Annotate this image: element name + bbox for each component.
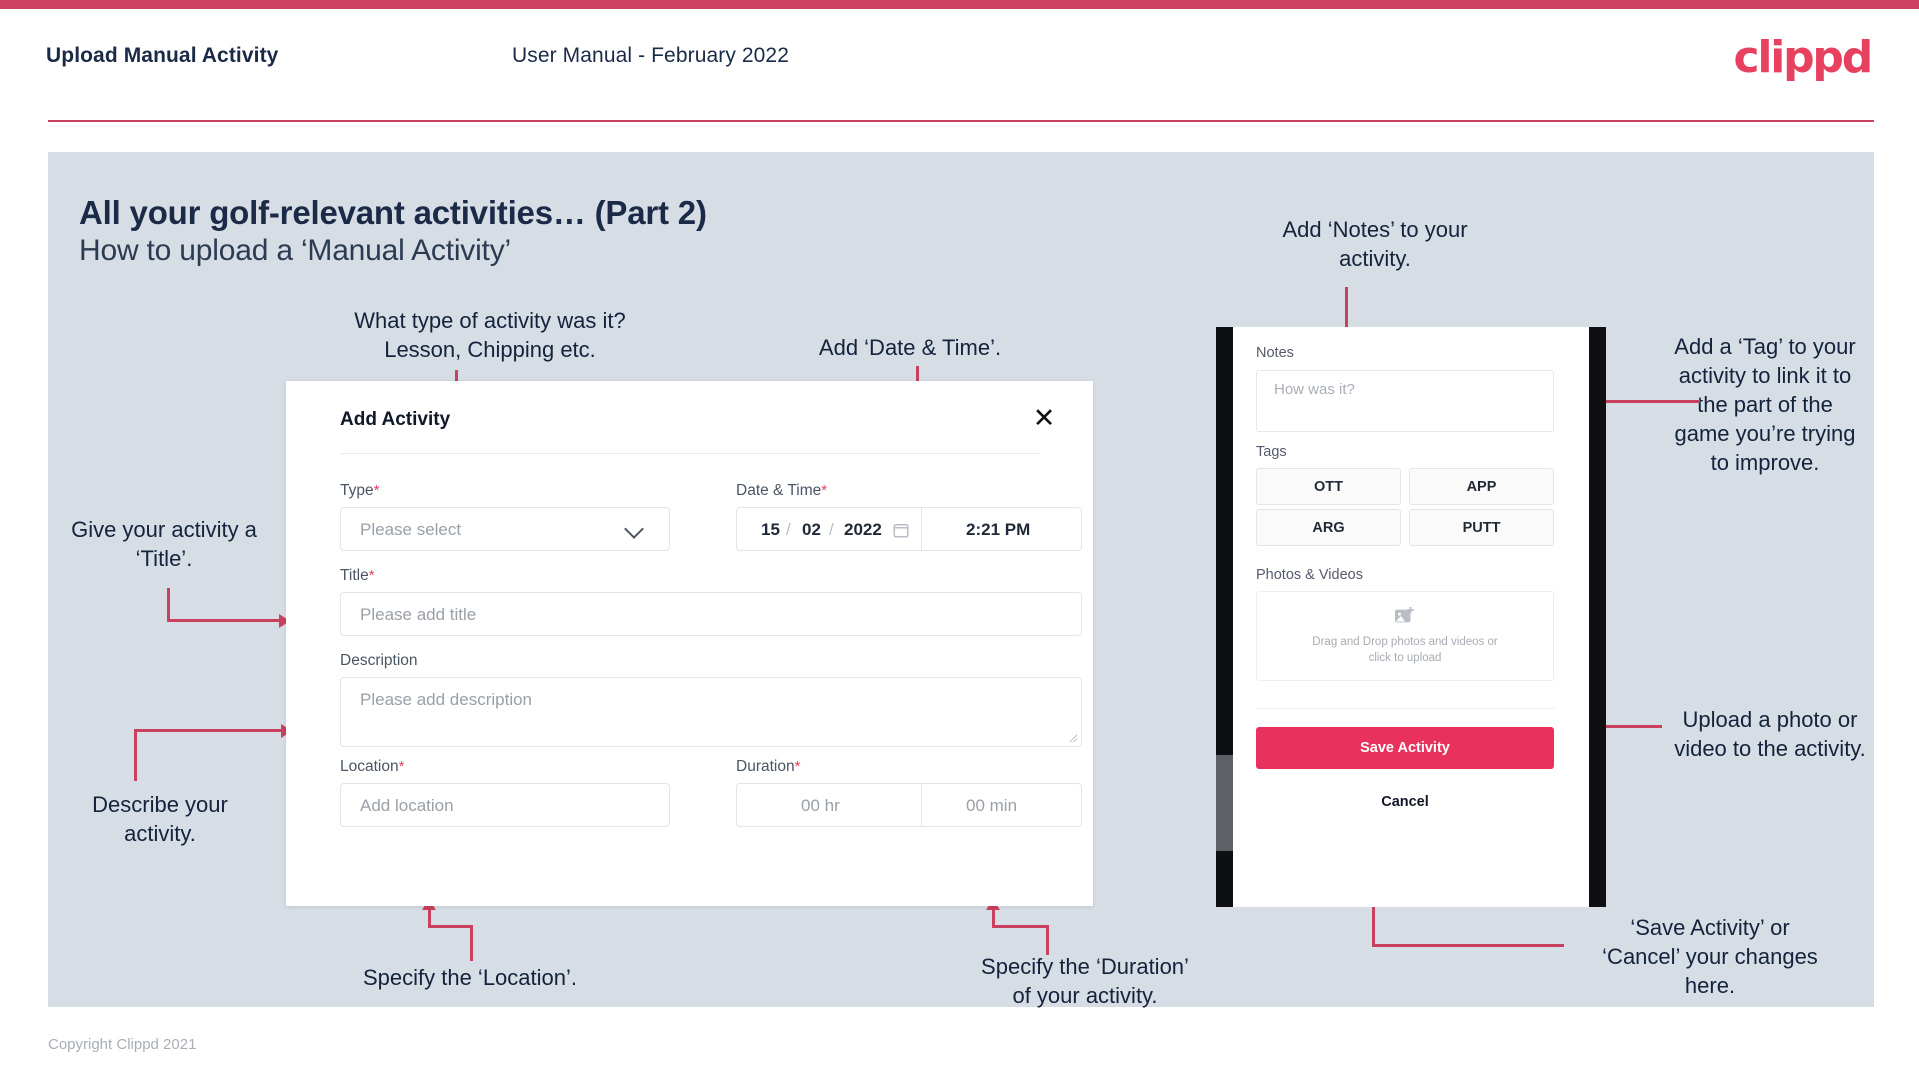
close-icon[interactable]: ✕ (1027, 401, 1061, 435)
datetime-label: Date & Time* (736, 482, 828, 499)
phone-screen: Notes How was it? Tags OTT APP ARG PUTT … (1233, 327, 1589, 907)
cancel-button[interactable]: Cancel (1256, 782, 1554, 822)
arrow-sc-h (1372, 944, 1564, 947)
save-activity-button[interactable]: Save Activity (1256, 727, 1554, 769)
date-sep2: / (829, 520, 834, 539)
arrow-loc-v2 (470, 925, 473, 961)
arrow-title-v (167, 588, 170, 622)
description-placeholder: Please add description (360, 690, 533, 709)
annotation-location: Specify the ‘Location’. (362, 965, 578, 990)
phone-side-button (1216, 755, 1233, 851)
clippd-logo: clippd (1733, 32, 1873, 83)
required-marker: * (368, 567, 375, 584)
annotation-upload: Upload a photo or video to the activity. (1674, 707, 1866, 761)
slide-title-primary: All your golf-relevant activities… (Part… (79, 194, 707, 231)
type-select[interactable]: Please select (340, 507, 670, 551)
manual-subtitle: User Manual - February 2022 (512, 44, 789, 67)
tags-label: Tags (1256, 444, 1287, 460)
required-marker: * (794, 758, 801, 775)
arrow-title-h (167, 619, 282, 622)
type-placeholder: Please select (360, 520, 462, 539)
title-label: Title* (340, 567, 375, 584)
date-year: 2022 (844, 520, 882, 539)
add-activity-dialog: Add Activity ✕ Type* Please select Date … (286, 381, 1093, 906)
duration-hours-placeholder: 00 hr (801, 796, 840, 815)
slide-page: Upload Manual Activity User Manual - Feb… (0, 0, 1919, 1079)
annotation-datetime: Add ‘Date & Time’. (818, 335, 1002, 360)
duration-minutes-input[interactable]: 00 min (922, 783, 1082, 827)
required-marker: * (373, 482, 380, 499)
annotation-save-cancel: ‘Save Activity’ or ‘Cancel’ your changes… (1602, 915, 1818, 998)
description-textarea[interactable]: Please add description (340, 677, 1082, 747)
location-label: Location* (340, 758, 405, 775)
date-month: 02 (802, 520, 821, 539)
arrow-dur-v2 (1046, 925, 1049, 955)
time-value: 2:21 PM (966, 520, 1031, 539)
date-sep1: / (786, 520, 791, 539)
tag-app[interactable]: APP (1409, 468, 1554, 505)
copyright-text: Copyright Clippd 2021 (48, 1036, 197, 1053)
image-add-icon (1395, 606, 1414, 623)
annotation-title: Give your activity a ‘Title’. (71, 517, 257, 571)
required-marker: * (398, 758, 405, 775)
arrow-dur-h (992, 925, 1049, 928)
duration-label: Duration* (736, 758, 801, 775)
photos-videos-label: Photos & Videos (1256, 567, 1363, 583)
location-input[interactable]: Add location (340, 783, 670, 827)
time-input[interactable]: 2:21 PM (922, 507, 1082, 551)
arrow-desc-v (134, 729, 137, 781)
arrow-dur-v1 (992, 909, 995, 926)
arrow-desc-h (134, 729, 284, 732)
upload-instruction-line1: Drag and Drop photos and videos or (1312, 636, 1498, 648)
header-divider (48, 120, 1874, 122)
arrow-loc-h (428, 925, 473, 928)
arrow-loc-v1 (428, 909, 431, 926)
chevron-down-icon (624, 519, 644, 539)
duration-hours-input[interactable]: 00 hr (736, 783, 922, 827)
date-day: 15 (761, 520, 780, 539)
dialog-divider (340, 453, 1040, 454)
phone-divider (1256, 708, 1554, 709)
location-placeholder: Add location (360, 796, 454, 815)
page-title: Upload Manual Activity (46, 44, 279, 67)
notes-placeholder: How was it? (1274, 381, 1355, 398)
tag-putt[interactable]: PUTT (1409, 509, 1554, 546)
tag-ott[interactable]: OTT (1256, 468, 1401, 505)
slide-title-secondary: How to upload a ‘Manual Activity’ (79, 234, 511, 267)
upload-instruction-line2: click to upload (1368, 652, 1442, 664)
description-label: Description (340, 652, 418, 669)
annotation-notes: Add ‘Notes’ to your activity. (1282, 217, 1468, 271)
calendar-icon[interactable] (892, 521, 910, 539)
upload-dropzone[interactable]: Drag and Drop photos and videos or click… (1256, 591, 1554, 681)
notes-textarea[interactable]: How was it? (1256, 370, 1554, 432)
annotation-duration: Specify the ‘Duration’ of your activity. (981, 954, 1189, 1008)
top-accent-bar (0, 0, 1919, 9)
required-marker: * (821, 482, 828, 499)
resize-handle-icon[interactable] (1067, 732, 1078, 743)
notes-label: Notes (1256, 345, 1294, 361)
title-input[interactable]: Please add title (340, 592, 1082, 636)
date-input[interactable]: 15 / 02 / 2022 (736, 507, 922, 551)
tag-arg[interactable]: ARG (1256, 509, 1401, 546)
annotation-description: Describe your activity. (92, 792, 228, 846)
title-placeholder: Please add title (360, 605, 477, 624)
annotation-type: What type of activity was it? Lesson, Ch… (354, 308, 626, 362)
annotation-tags: Add a ‘Tag’ to your activity to link it … (1674, 334, 1856, 475)
dialog-title: Add Activity (340, 409, 451, 430)
type-label: Type* (340, 482, 380, 499)
duration-minutes-placeholder: 00 min (966, 796, 1018, 815)
arrow-tags-h (1590, 400, 1700, 403)
